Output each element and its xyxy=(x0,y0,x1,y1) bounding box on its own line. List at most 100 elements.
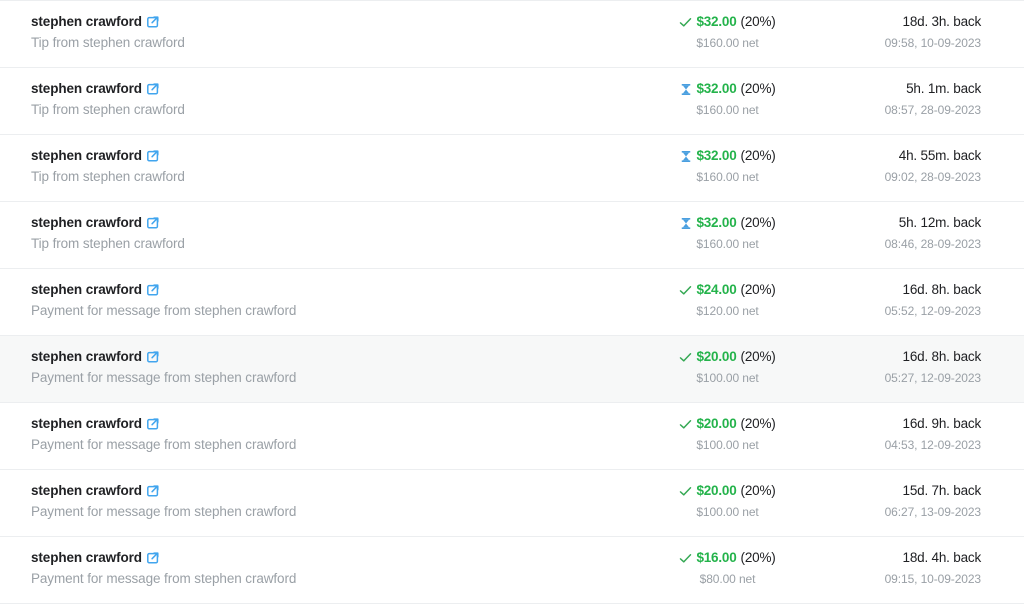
transaction-description: Tip from stephen crawford xyxy=(31,169,185,184)
transaction-source-cell: stephen crawford Payment for message from… xyxy=(0,537,600,587)
external-link-icon[interactable] xyxy=(146,418,159,430)
amount-percent: (20%) xyxy=(740,282,776,297)
source-user-name[interactable]: stephen crawford xyxy=(31,148,142,164)
table-row[interactable]: stephen crawford Tip from stephen crawfor… xyxy=(0,68,1024,135)
transaction-description: Payment for message from stephen crawfor… xyxy=(31,437,297,452)
amount-line: $32.00 (20%) xyxy=(600,14,855,30)
table-row[interactable]: stephen crawford Tip from stephen crawfor… xyxy=(0,1,1024,68)
external-link-icon[interactable] xyxy=(146,552,159,564)
transaction-source-cell: stephen crawford Tip from stephen crawfor… xyxy=(0,1,600,51)
transaction-source-title: stephen crawford xyxy=(31,550,600,566)
time-relative: 18d. 3h. back xyxy=(902,14,982,29)
transaction-source-title: stephen crawford xyxy=(31,416,600,432)
source-user-name[interactable]: stephen crawford xyxy=(31,282,142,298)
time-absolute: 06:27, 13-09-2023 xyxy=(884,505,981,519)
transaction-amount-cell: $32.00 (20%) $160.00 net xyxy=(600,68,855,118)
external-link-icon[interactable] xyxy=(146,284,159,296)
amount-net: $120.00 net xyxy=(696,304,759,318)
amount-line: $32.00 (20%) xyxy=(600,81,855,97)
transaction-source-cell: stephen crawford Payment for message from… xyxy=(0,403,600,453)
transaction-source-cell: stephen crawford Payment for message from… xyxy=(0,269,600,319)
transaction-amount-cell: $32.00 (20%) $160.00 net xyxy=(600,1,855,51)
check-icon xyxy=(679,351,692,364)
source-user-name[interactable]: stephen crawford xyxy=(31,14,142,30)
table-row[interactable]: stephen crawford Payment for message from… xyxy=(0,470,1024,537)
transaction-time-cell: 16d. 8h. back 05:52, 12-09-2023 xyxy=(855,269,1024,319)
time-absolute: 09:02, 28-09-2023 xyxy=(884,170,981,184)
transaction-amount-cell: $20.00 (20%) $100.00 net xyxy=(600,470,855,520)
amount-percent: (20%) xyxy=(740,550,776,565)
transaction-amount-cell: $20.00 (20%) $100.00 net xyxy=(600,403,855,453)
transaction-description: Tip from stephen crawford xyxy=(31,35,185,50)
amount-net: $160.00 net xyxy=(696,36,759,50)
amount-value: $16.00 xyxy=(696,550,737,565)
time-relative: 15d. 7h. back xyxy=(902,483,982,498)
amount-percent: (20%) xyxy=(740,416,776,431)
hourglass-icon xyxy=(679,217,692,230)
amount-percent: (20%) xyxy=(740,81,776,96)
external-link-icon[interactable] xyxy=(146,16,159,28)
amount-value: $32.00 xyxy=(696,148,737,163)
source-user-name[interactable]: stephen crawford xyxy=(31,349,142,365)
transaction-description: Payment for message from stephen crawfor… xyxy=(31,303,297,318)
table-row[interactable]: stephen crawford Payment for message from… xyxy=(0,336,1024,403)
time-absolute: 09:15, 10-09-2023 xyxy=(884,572,981,586)
transaction-time-cell: 16d. 9h. back 04:53, 12-09-2023 xyxy=(855,403,1024,453)
hourglass-icon xyxy=(679,150,692,163)
transaction-time-cell: 15d. 7h. back 06:27, 13-09-2023 xyxy=(855,470,1024,520)
time-absolute: 08:46, 28-09-2023 xyxy=(884,237,981,251)
amount-value: $20.00 xyxy=(696,483,737,498)
transaction-source-cell: stephen crawford Payment for message from… xyxy=(0,470,600,520)
external-link-icon[interactable] xyxy=(146,351,159,363)
amount-line: $32.00 (20%) xyxy=(600,215,855,231)
table-row[interactable]: stephen crawford Payment for message from… xyxy=(0,403,1024,470)
transaction-description: Payment for message from stephen crawfor… xyxy=(31,571,297,586)
amount-line: $24.00 (20%) xyxy=(600,282,855,298)
amount-value: $32.00 xyxy=(696,14,737,29)
amount-net: $160.00 net xyxy=(696,237,759,251)
amount-value: $32.00 xyxy=(696,81,737,96)
transaction-source-title: stephen crawford xyxy=(31,14,600,30)
transaction-description: Tip from stephen crawford xyxy=(31,102,185,117)
amount-net: $160.00 net xyxy=(696,103,759,117)
table-row[interactable]: stephen crawford Tip from stephen crawfor… xyxy=(0,135,1024,202)
external-link-icon[interactable] xyxy=(146,150,159,162)
source-user-name[interactable]: stephen crawford xyxy=(31,215,142,231)
time-absolute: 09:58, 10-09-2023 xyxy=(884,36,981,50)
time-relative: 4h. 55m. back xyxy=(898,148,981,163)
transaction-source-title: stephen crawford xyxy=(31,148,600,164)
earnings-transactions-list: stephen crawford Tip from stephen crawfor… xyxy=(0,0,1024,604)
transaction-time-cell: 4h. 55m. back 09:02, 28-09-2023 xyxy=(855,135,1024,185)
table-row[interactable]: stephen crawford Payment for message from… xyxy=(0,269,1024,336)
amount-percent: (20%) xyxy=(740,349,776,364)
source-user-name[interactable]: stephen crawford xyxy=(31,550,142,566)
check-icon xyxy=(679,16,692,29)
transaction-amount-cell: $32.00 (20%) $160.00 net xyxy=(600,202,855,252)
transaction-amount-cell: $24.00 (20%) $120.00 net xyxy=(600,269,855,319)
amount-net: $160.00 net xyxy=(696,170,759,184)
transaction-source-cell: stephen crawford Tip from stephen crawfor… xyxy=(0,202,600,252)
table-row[interactable]: stephen crawford Tip from stephen crawfor… xyxy=(0,202,1024,269)
check-icon xyxy=(679,485,692,498)
time-relative: 5h. 12m. back xyxy=(898,215,981,230)
source-user-name[interactable]: stephen crawford xyxy=(31,416,142,432)
amount-value: $20.00 xyxy=(696,349,737,364)
transaction-source-cell: stephen crawford Tip from stephen crawfor… xyxy=(0,135,600,185)
source-user-name[interactable]: stephen crawford xyxy=(31,483,142,499)
external-link-icon[interactable] xyxy=(146,217,159,229)
time-absolute: 05:52, 12-09-2023 xyxy=(884,304,981,318)
amount-line: $32.00 (20%) xyxy=(600,148,855,164)
external-link-icon[interactable] xyxy=(146,83,159,95)
transaction-time-cell: 18d. 4h. back 09:15, 10-09-2023 xyxy=(855,537,1024,587)
amount-net: $100.00 net xyxy=(696,505,759,519)
transaction-source-title: stephen crawford xyxy=(31,483,600,499)
amount-value: $20.00 xyxy=(696,416,737,431)
time-relative: 16d. 8h. back xyxy=(902,282,982,297)
check-icon xyxy=(679,552,692,565)
transaction-source-cell: stephen crawford Payment for message from… xyxy=(0,336,600,386)
external-link-icon[interactable] xyxy=(146,485,159,497)
time-absolute: 05:27, 12-09-2023 xyxy=(884,371,981,385)
table-row[interactable]: stephen crawford Payment for message from… xyxy=(0,537,1024,604)
amount-net: $100.00 net xyxy=(696,371,759,385)
source-user-name[interactable]: stephen crawford xyxy=(31,81,142,97)
